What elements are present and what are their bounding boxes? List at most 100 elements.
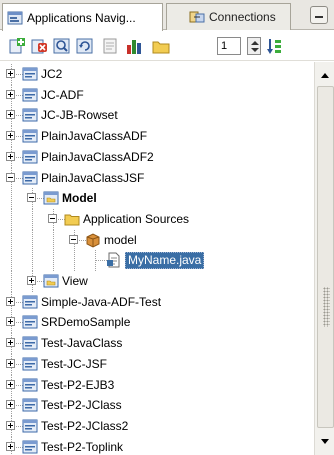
vertical-scrollbar[interactable] [314,62,334,455]
tree-item-label[interactable]: JC-ADF [41,88,84,102]
expand-icon[interactable] [6,338,15,347]
refresh-icon[interactable] [76,37,94,55]
tree-row[interactable]: SRDemoSample [0,312,314,333]
scrollbar-thumb[interactable] [317,86,334,428]
project-icon [22,66,38,82]
project-icon [22,170,38,186]
expand-icon[interactable] [6,442,15,451]
scroll-up-icon [321,73,329,78]
expand-icon[interactable] [6,90,15,99]
project-icon [22,314,38,330]
tree-row[interactable]: Test-JC-JSF [0,354,314,375]
tree-row[interactable]: JC2 [0,64,314,85]
tree-item-label[interactable]: Simple-Java-ADF-Test [41,295,161,309]
module-icon [43,190,59,206]
tree-row[interactable]: Model [0,188,314,209]
sort-icon[interactable] [266,37,284,55]
expand-icon[interactable] [6,69,15,78]
tree-row[interactable]: PlainJavaClassJSF [0,168,314,189]
properties-icon[interactable] [101,37,119,55]
project-icon [22,335,38,351]
scroll-up-button[interactable] [317,68,333,84]
expand-icon[interactable] [6,152,15,161]
tab-label: Applications Navig... [27,10,136,25]
tree-row[interactable]: Test-P2-Toplink [0,437,314,455]
tree-row[interactable]: View [0,271,314,292]
expand-icon[interactable] [6,400,15,409]
tree-item-label[interactable]: JC-JB-Rowset [41,108,118,122]
tree-row[interactable]: MyName.java [0,250,314,271]
collapse-icon[interactable] [69,235,78,244]
tree-row[interactable]: Test-JavaClass [0,333,314,354]
tree-item-label[interactable]: PlainJavaClassADF2 [41,150,154,164]
find-icon[interactable] [53,37,71,55]
expand-icon[interactable] [6,131,15,140]
scroll-down-button[interactable] [317,434,333,450]
project-icon [22,87,38,103]
stepper-up-icon[interactable] [251,41,259,45]
tree-row[interactable]: Application Sources [0,209,314,230]
tree-guide-line [32,209,33,230]
tree-row[interactable]: JC-JB-Rowset [0,105,314,126]
scroll-down-icon [321,439,329,444]
tree-item-label[interactable]: SRDemoSample [41,315,130,329]
level-input[interactable]: 1 [217,37,241,55]
tree-item-label[interactable]: Application Sources [83,212,189,226]
expand-icon[interactable] [6,297,15,306]
tree-row[interactable]: Test-P2-JClass [0,395,314,416]
chart-icon[interactable] [125,37,143,55]
expand-icon[interactable] [6,359,15,368]
tree-item-label[interactable]: View [62,274,88,288]
collapse-icon[interactable] [48,214,57,223]
tree-guide-line [74,250,75,271]
tree-guide-line [11,188,12,209]
level-stepper[interactable] [247,37,261,55]
tree-item-label[interactable]: JC2 [41,67,62,81]
tree-item-label[interactable]: Test-P2-JClass2 [41,419,128,433]
tree-item-label[interactable]: Test-P2-Toplink [41,440,123,454]
tree-item-label[interactable]: Test-JC-JSF [41,357,107,371]
minimize-button[interactable] [310,6,328,24]
tree-item-label[interactable]: Test-P2-EJB3 [41,378,114,392]
tree-guide-line [32,230,33,251]
project-icon [22,128,38,144]
tree-row[interactable]: PlainJavaClassADF [0,126,314,147]
folder-icon[interactable] [152,37,170,55]
tree-item-label[interactable]: PlainJavaClassADF [41,129,147,143]
tree-item-label[interactable]: PlainJavaClassJSF [41,171,144,185]
tree-row[interactable]: model [0,230,314,251]
tree-guide-line [11,230,12,251]
tree-item-label[interactable]: MyName.java [125,252,205,269]
collapse-icon[interactable] [27,193,36,202]
project-icon [22,149,38,165]
tree-item-label[interactable]: Test-P2-JClass [41,398,122,412]
project-icon [22,397,38,413]
tree-item-label[interactable]: model [104,233,137,247]
tree-guide-line [53,230,54,251]
expand-icon[interactable] [6,110,15,119]
project-icon [22,294,38,310]
tab-connections[interactable]: Connections [166,3,291,30]
tree-guide-line [53,250,54,271]
level-value: 1 [221,40,228,52]
expand-icon[interactable] [6,380,15,389]
new-application-icon[interactable] [8,37,26,55]
application-tree[interactable]: JC2 JC-ADF JC-JB-Rowset PlainJavaClassADF Pl… [0,62,314,455]
expand-icon[interactable] [6,421,15,430]
expand-icon[interactable] [6,317,15,326]
tree-row[interactable]: Test-P2-EJB3 [0,375,314,396]
applications-navigator-icon [7,11,23,24]
tree-row[interactable]: JC-ADF [0,85,314,106]
project-icon [22,356,38,372]
tree-row[interactable]: Simple-Java-ADF-Test [0,292,314,313]
tree-item-label[interactable]: Model [62,191,97,205]
delete-icon[interactable] [30,37,48,55]
expand-icon[interactable] [27,276,36,285]
tab-label: Connections [209,10,276,24]
tree-item-label[interactable]: Test-JavaClass [41,336,122,350]
collapse-icon[interactable] [6,173,15,182]
tree-row[interactable]: Test-P2-JClass2 [0,416,314,437]
tree-row[interactable]: PlainJavaClassADF2 [0,147,314,168]
stepper-down-icon[interactable] [251,48,259,52]
tab-applications-navigator[interactable]: Applications Navig... [2,3,163,31]
